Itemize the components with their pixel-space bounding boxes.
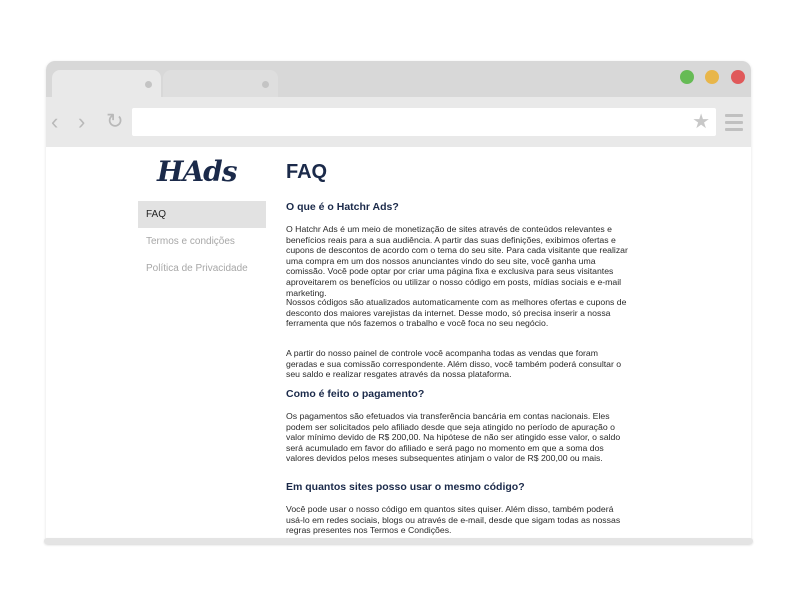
page-viewport: HAds FAQ Termos e condições Política de …: [46, 147, 751, 543]
browser-tab-inactive[interactable]: [163, 70, 278, 97]
maximize-button[interactable]: [680, 70, 694, 84]
browser-toolbar: ‹ › ↻ ★: [46, 97, 751, 147]
chevron-left-icon[interactable]: ‹: [51, 110, 58, 134]
minimize-button[interactable]: [705, 70, 719, 84]
reload-icon[interactable]: ↻: [106, 110, 124, 134]
browser-titlebar: [46, 61, 751, 97]
tab-close-icon[interactable]: [145, 81, 152, 88]
tab-close-icon[interactable]: [262, 81, 269, 88]
chevron-right-icon[interactable]: ›: [78, 110, 85, 134]
hamburger-menu-icon[interactable]: [725, 114, 743, 135]
address-bar[interactable]: ★: [132, 108, 716, 136]
hads-logo[interactable]: HAds: [157, 155, 238, 188]
faq-answer-paragraph: Você pode usar o nosso código em quantos…: [286, 504, 621, 536]
close-window-button[interactable]: [731, 70, 745, 84]
faq-answer-paragraph: Nossos códigos são atualizados automatic…: [286, 297, 627, 329]
faq-answer-paragraph: Os pagamentos são efetuados via transfer…: [286, 411, 621, 464]
browser-window: ‹ › ↻ ★ HAds FAQ Termos e condições Polí…: [46, 61, 751, 543]
page-title: FAQ: [286, 161, 328, 183]
faq-question: O que é o Hatchr Ads?: [286, 201, 399, 213]
faq-question: Em quantos sites posso usar o mesmo códi…: [286, 481, 525, 493]
device-base: [44, 538, 753, 544]
faq-question: Como é feito o pagamento?: [286, 388, 425, 400]
sidebar-item-privacy[interactable]: Política de Privacidade: [138, 255, 266, 282]
sidebar-item-faq[interactable]: FAQ: [138, 201, 266, 228]
star-icon[interactable]: ★: [692, 110, 710, 134]
browser-tab-active[interactable]: [52, 70, 161, 97]
faq-answer-paragraph: A partir do nosso painel de controle voc…: [286, 348, 622, 380]
faq-answer-paragraph: O Hatchr Ads é um meio de monetização de…: [286, 224, 628, 298]
sidebar-item-terms[interactable]: Termos e condições: [138, 228, 266, 255]
